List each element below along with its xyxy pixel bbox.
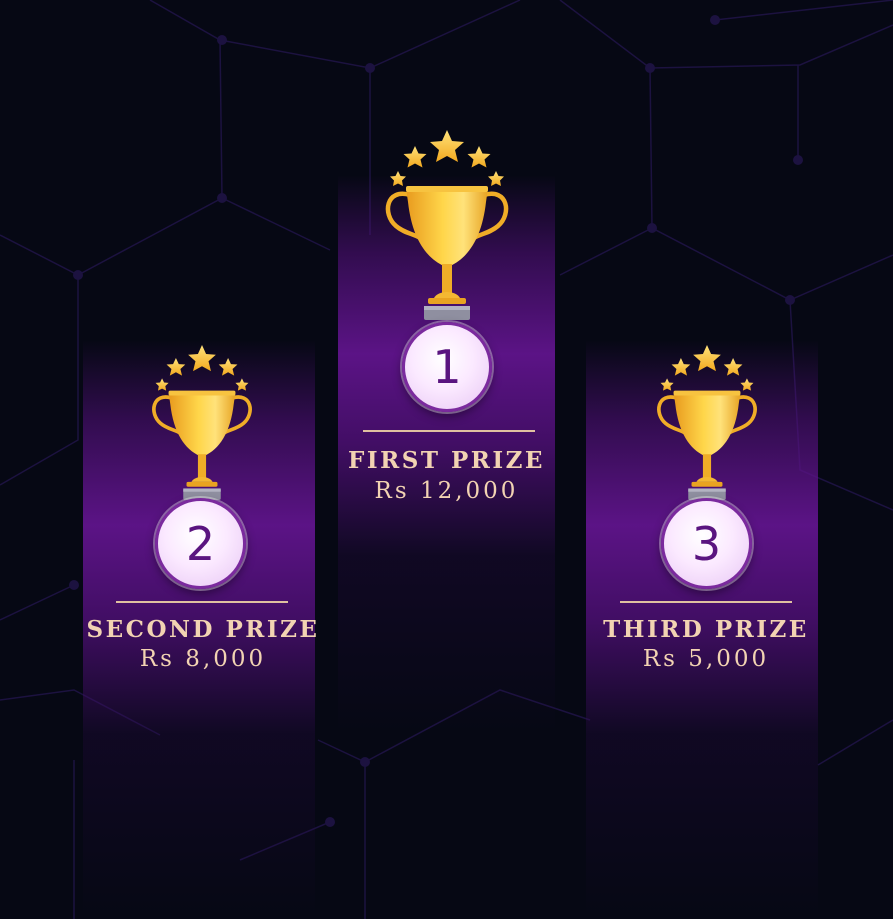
rank-medal-third: 3 bbox=[661, 498, 752, 589]
third-prize-amount: Rs 5,000 bbox=[642, 646, 770, 672]
second-prize-title: SECOND PRIZE bbox=[86, 616, 320, 643]
divider-line bbox=[363, 430, 535, 432]
rank-number: 2 bbox=[185, 516, 216, 571]
divider-line bbox=[620, 601, 792, 603]
trophy-icon bbox=[654, 345, 760, 508]
rank-medal-second: 2 bbox=[155, 498, 246, 589]
second-prize-amount: Rs 8,000 bbox=[139, 646, 267, 672]
first-prize-amount: Rs 12,000 bbox=[374, 478, 519, 504]
rank-medal-first: 1 bbox=[402, 322, 492, 412]
trophy-icon bbox=[149, 345, 255, 508]
third-prize-title: THIRD PRIZE bbox=[603, 616, 809, 643]
first-prize-title: FIRST PRIZE bbox=[348, 447, 545, 474]
trophy-icon bbox=[382, 130, 512, 330]
rank-number: 3 bbox=[691, 516, 722, 571]
rank-number: 1 bbox=[432, 340, 462, 394]
divider-line bbox=[116, 601, 288, 603]
